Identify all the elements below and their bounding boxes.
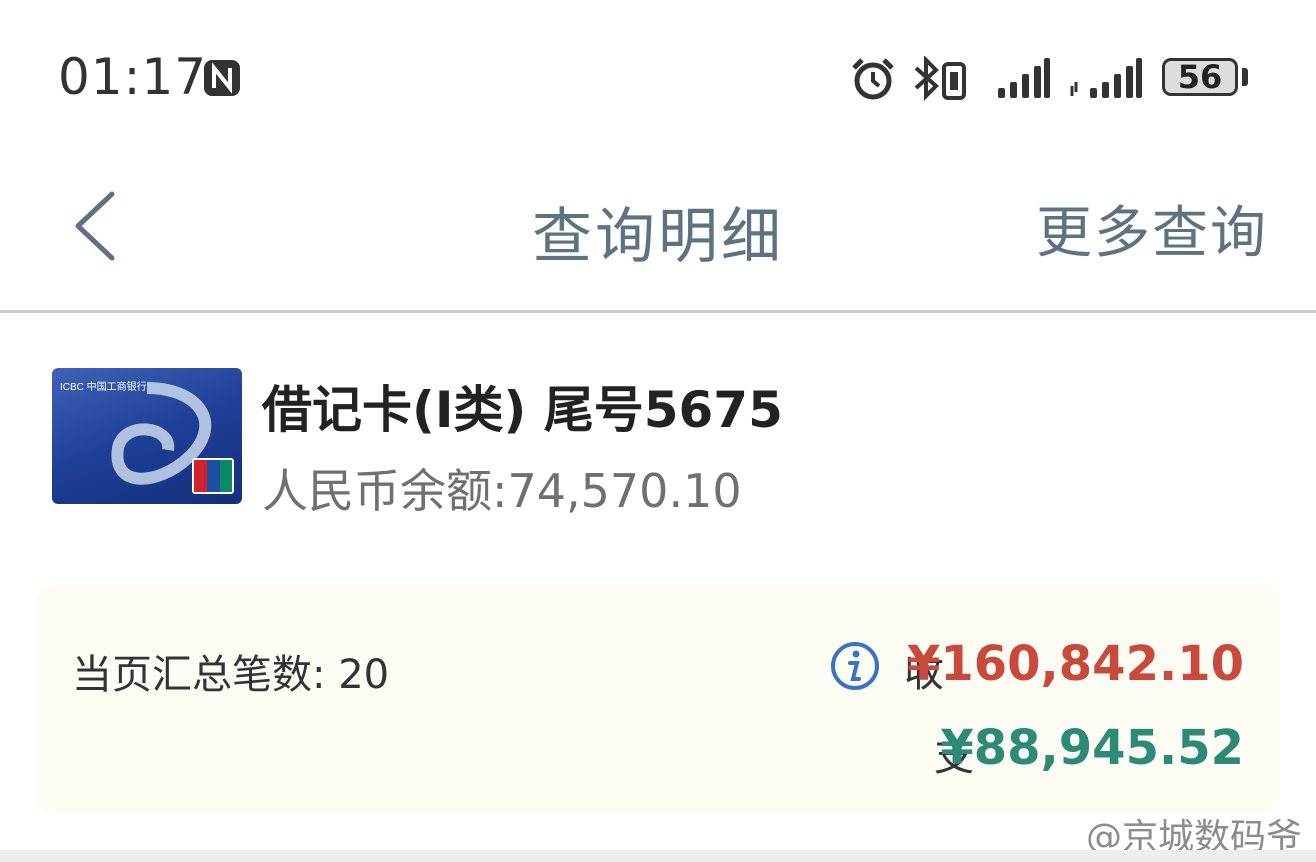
alarm-icon xyxy=(850,56,896,106)
income-value: ¥160,842.10 xyxy=(906,636,1244,692)
summary-panel: 当页汇总笔数: 20 收 ¥160,842.10 支 ¥88,945.52 xyxy=(36,584,1280,814)
card-title: 借记卡(I类) 尾号5675 xyxy=(262,381,783,439)
more-query-button[interactable]: 更多查询 xyxy=(1036,188,1268,269)
card-logo-text: ICBC 中国工商银行 xyxy=(60,380,147,393)
expense-value: ¥88,945.52 xyxy=(940,720,1244,776)
bank-card-image: ICBC 中国工商银行 xyxy=(52,368,242,504)
battery-icon: 56 xyxy=(1162,58,1238,96)
nav-bar: 查询明细 更多查询 xyxy=(0,160,1316,313)
signal-icon xyxy=(1068,56,1144,104)
bottom-divider xyxy=(0,850,1316,862)
status-bar: 01:17 56 xyxy=(0,0,1316,160)
battery-level: 56 xyxy=(1177,58,1223,96)
card-balance: 人民币余额:74,570.10 xyxy=(262,464,742,518)
info-icon[interactable] xyxy=(830,641,880,695)
signal-icon xyxy=(996,56,1052,104)
nfc-icon xyxy=(202,58,242,102)
status-time: 01:17 xyxy=(58,48,208,106)
bluetooth-vibrate-icon xyxy=(910,55,970,106)
battery-tip xyxy=(1242,68,1248,86)
page-count-label: 当页汇总笔数: 20 xyxy=(72,652,390,698)
